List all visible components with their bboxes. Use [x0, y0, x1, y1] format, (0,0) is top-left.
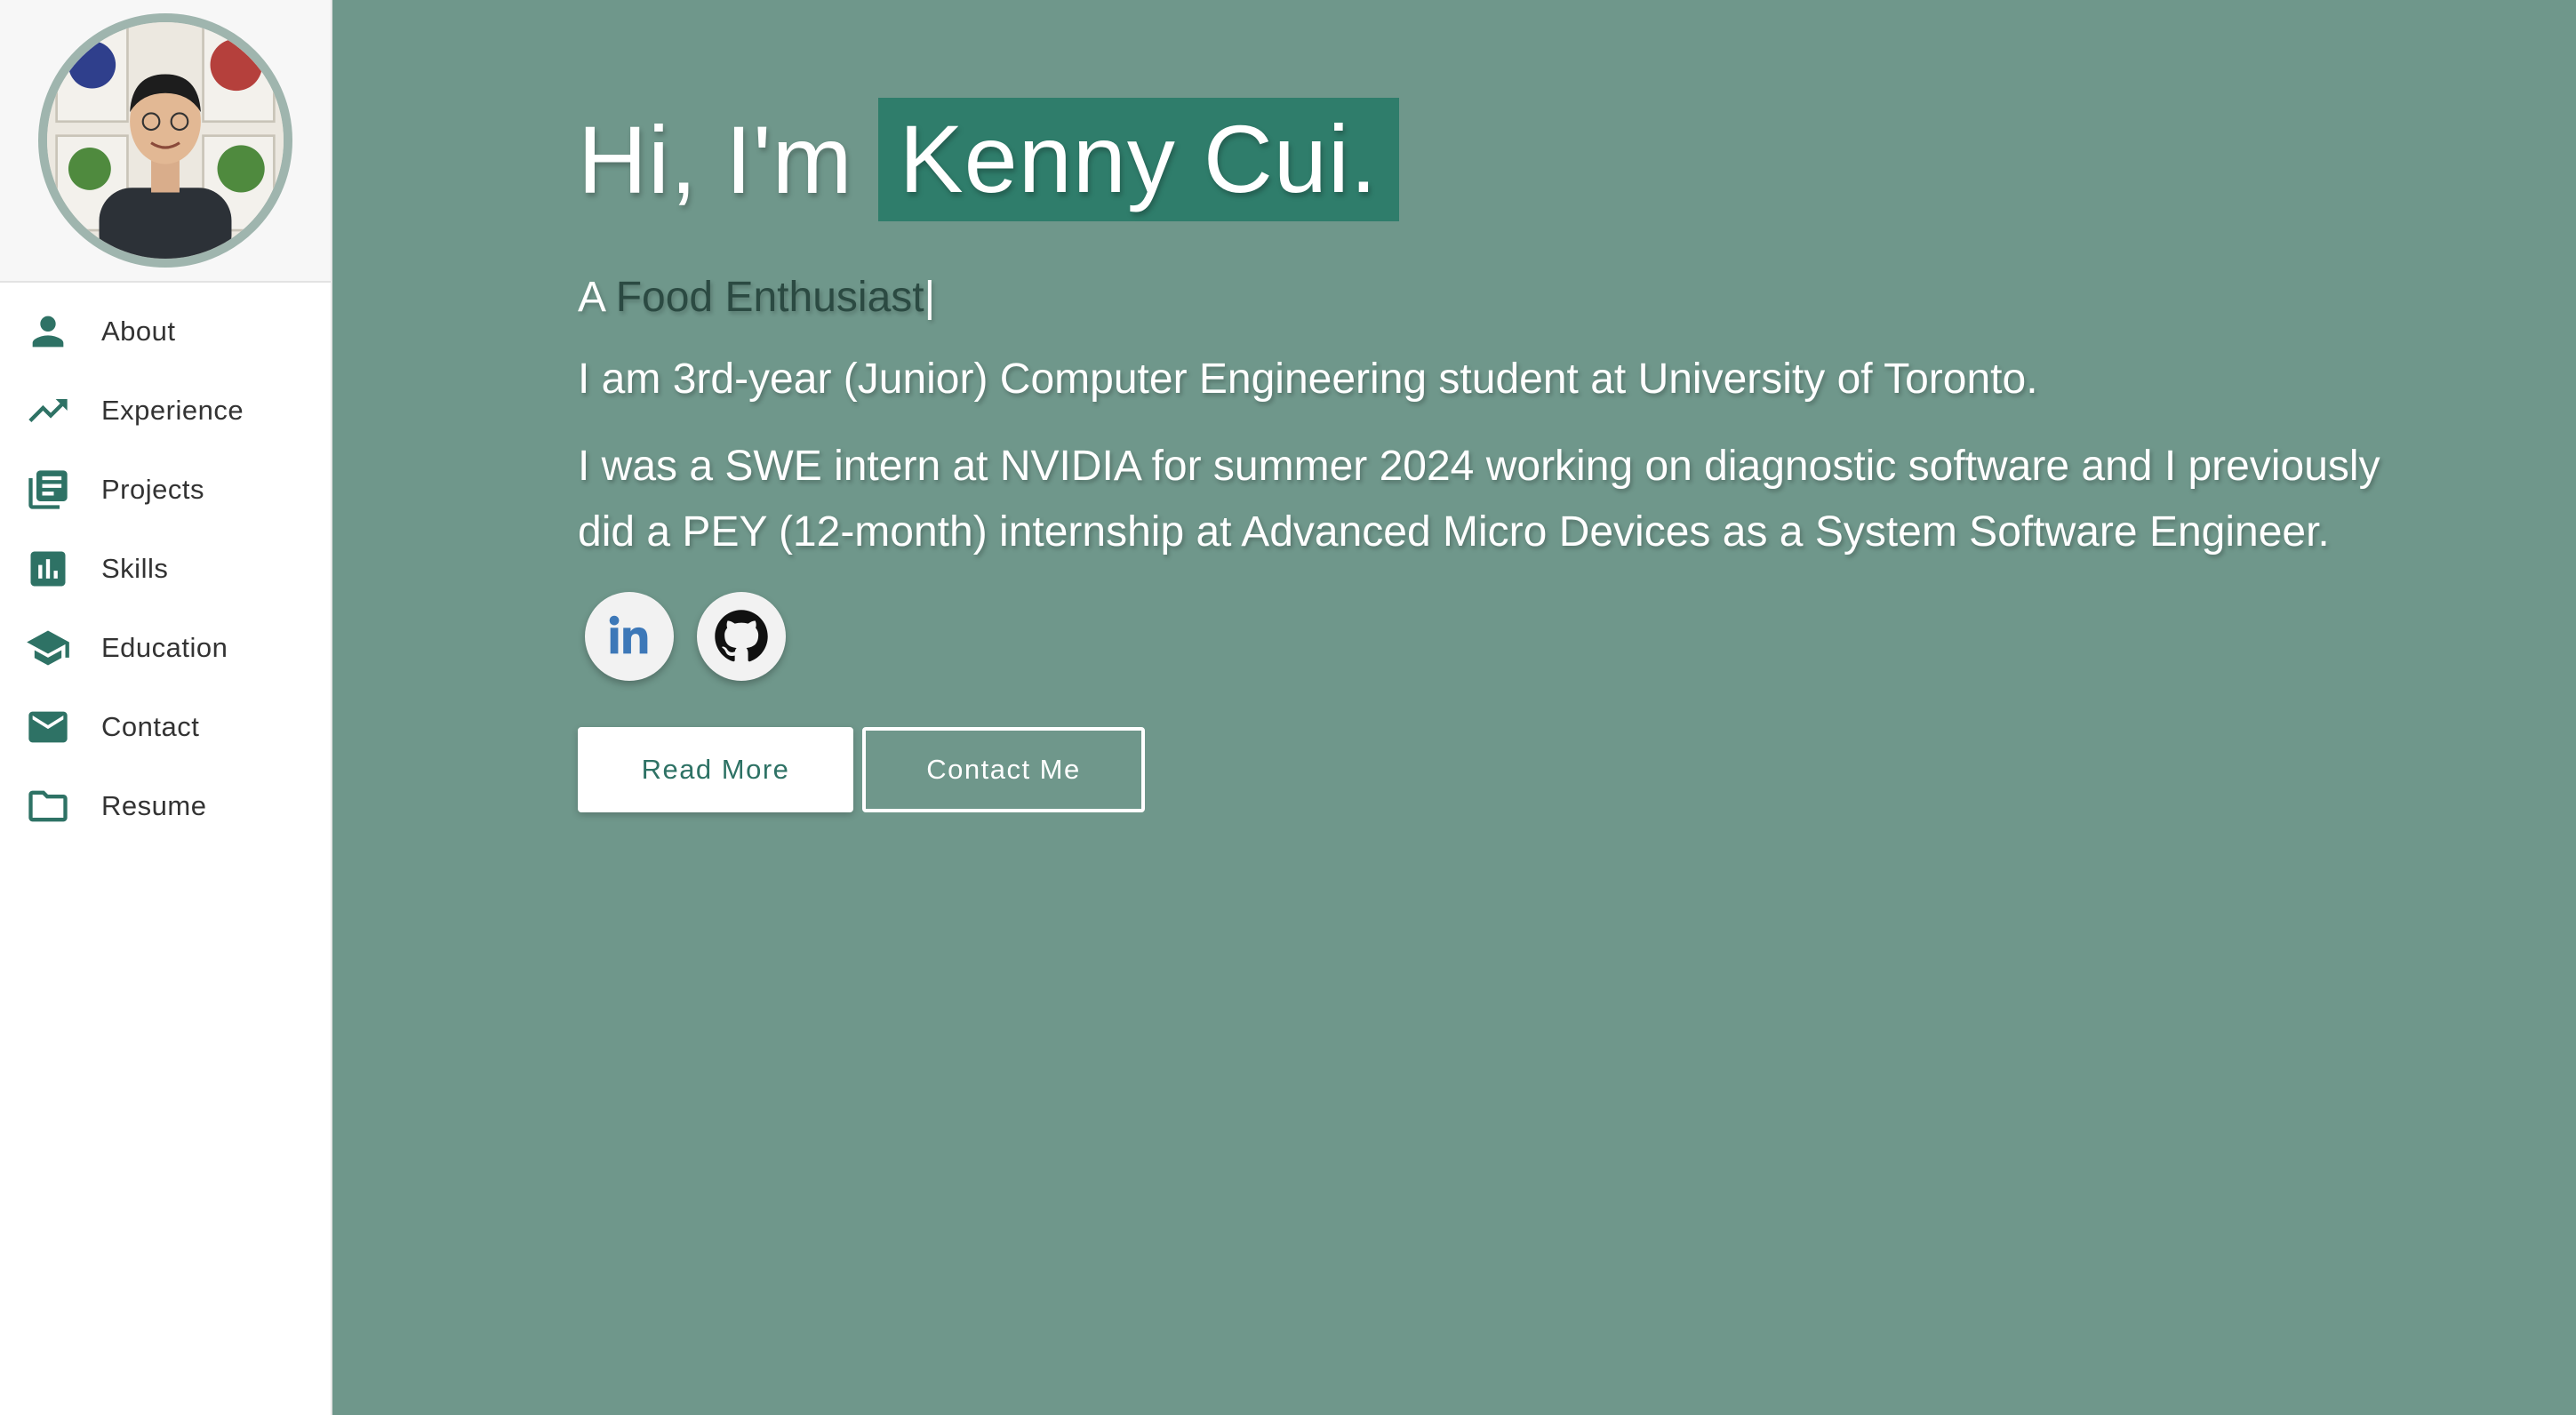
- linkedin-link[interactable]: [585, 592, 674, 681]
- contact-me-button[interactable]: Contact Me: [862, 727, 1145, 812]
- sidebar-item-label: Projects: [101, 473, 204, 505]
- tagline-typed-text: Food Enthusiast: [615, 274, 924, 321]
- name-highlight: Kenny Cui.: [877, 98, 1399, 221]
- intro-paragraph-1: I am 3rd-year (Junior) Computer Engineer…: [578, 356, 2038, 403]
- mail-icon: [25, 704, 71, 750]
- hero-heading: Hi, I'm Kenny Cui.: [578, 98, 2480, 221]
- tagline-prefix: A: [578, 274, 604, 321]
- intro-paragraph-2: I was a SWE intern at NVIDIA for summer …: [578, 443, 2380, 556]
- greeting-prefix: Hi, I'm: [578, 106, 853, 213]
- sidebar-item-label: Contact: [101, 710, 200, 742]
- sidebar-item-label: Education: [101, 631, 228, 663]
- typing-cursor: |: [924, 274, 936, 321]
- person-icon: [25, 308, 71, 355]
- sidebar-item-label: Experience: [101, 394, 244, 426]
- avatar[interactable]: [38, 13, 292, 268]
- sidebar-item-experience[interactable]: Experience: [0, 371, 331, 450]
- sidebar-item-skills[interactable]: Skills: [0, 529, 331, 608]
- sidebar-item-about[interactable]: About: [0, 292, 331, 371]
- social-links: [585, 592, 2480, 681]
- sidebar-item-projects[interactable]: Projects: [0, 450, 331, 529]
- sidebar-item-label: About: [101, 315, 176, 347]
- hero-section: Hi, I'm Kenny Cui. A Food Enthusiast| I …: [332, 0, 2576, 1415]
- sidebar-item-label: Resume: [101, 789, 207, 821]
- sidebar-item-resume[interactable]: Resume: [0, 766, 331, 845]
- hero-buttons: Read More Contact Me: [578, 727, 2480, 812]
- avatar-container: [0, 0, 331, 283]
- profile-photo: [47, 22, 284, 259]
- sidebar-item-education[interactable]: Education: [0, 608, 331, 687]
- linkedin-icon: [609, 615, 648, 654]
- sidebar-item-contact[interactable]: Contact: [0, 687, 331, 766]
- typed-tagline: A Food Enthusiast|: [578, 273, 2480, 322]
- school-icon: [25, 625, 71, 671]
- github-icon: [715, 610, 768, 662]
- library-books-icon: [25, 467, 71, 513]
- github-link[interactable]: [697, 592, 786, 681]
- read-more-button[interactable]: Read More: [578, 727, 853, 812]
- sidebar-item-label: Skills: [101, 552, 169, 584]
- sidebar: About Experience Projects Skills Educati…: [0, 0, 332, 1415]
- folder-icon: [25, 783, 71, 829]
- trending-up-icon: [25, 388, 71, 434]
- hero-content: Hi, I'm Kenny Cui. A Food Enthusiast| I …: [578, 98, 2480, 812]
- sidebar-nav: About Experience Projects Skills Educati…: [0, 283, 331, 845]
- bar-chart-icon: [25, 546, 71, 592]
